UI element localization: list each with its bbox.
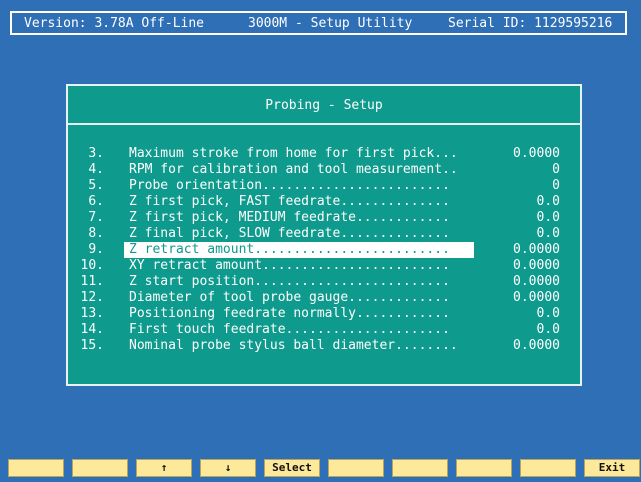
setting-row[interactable]: 13. Positioning feedrate normally........…	[68, 306, 580, 322]
setting-row[interactable]: 5. Probe orientation.....................…	[68, 178, 580, 194]
probing-setup-dialog: Probing - Setup 3. Maximum stroke from ho…	[66, 84, 582, 386]
setting-row[interactable]: 4. RPM for calibration and tool measureme…	[68, 162, 580, 178]
setting-value: 0	[552, 162, 560, 177]
f6-key[interactable]	[328, 459, 384, 477]
setting-number: 4.	[88, 162, 104, 177]
setting-number: 3.	[88, 146, 104, 161]
setting-label: Z final pick, SLOW feedrate.............…	[129, 226, 450, 241]
setting-row[interactable]: 7. Z first pick, MEDIUM feedrate.........…	[68, 210, 580, 226]
setting-number: 5.	[88, 178, 104, 193]
setting-row[interactable]: 6. Z first pick, FAST feedrate...........…	[68, 194, 580, 210]
setting-label: Diameter of tool probe gauge............…	[129, 290, 450, 305]
app-title: 3000M - Setup Utility	[248, 16, 413, 31]
up-arrow-key[interactable]: ↑	[136, 459, 192, 477]
setting-row[interactable]: 14. First touch feedrate.................…	[68, 322, 580, 338]
f2-key[interactable]	[72, 459, 128, 477]
setting-value: 0	[552, 178, 560, 193]
setting-value: 0.0000	[513, 338, 560, 353]
setting-value: 0.0	[536, 226, 560, 241]
setting-number: 15.	[80, 338, 104, 353]
setting-number: 9.	[88, 242, 104, 257]
setting-value: 0.0000	[513, 146, 560, 161]
setting-value: 0.0	[536, 194, 560, 209]
setting-label: RPM for calibration and tool measurement…	[129, 162, 458, 177]
setting-label: Z retract amount........................…	[124, 242, 474, 258]
down-arrow-key[interactable]: ↓	[200, 459, 256, 477]
function-key-bar: ↑ ↓ Select Exit	[8, 459, 640, 477]
exit-key[interactable]: Exit	[584, 459, 640, 477]
setting-value: 0.0	[536, 210, 560, 225]
title-bar: Version: 3.78A Off-Line 3000M - Setup Ut…	[10, 11, 627, 35]
setting-number: 7.	[88, 210, 104, 225]
f1-key[interactable]	[8, 459, 64, 477]
setting-row[interactable]: 11. Z start position.....................…	[68, 274, 580, 290]
setting-number: 12.	[80, 290, 104, 305]
setting-number: 11.	[80, 274, 104, 289]
setting-value: 0.0000	[513, 274, 560, 289]
setting-row[interactable]: 10. XY retract amount....................…	[68, 258, 580, 274]
setting-label: First touch feedrate....................…	[129, 322, 450, 337]
setting-value: 0.0000	[513, 290, 560, 305]
setting-row[interactable]: 3. Maximum stroke from home for first pic…	[68, 146, 580, 162]
f7-key[interactable]	[392, 459, 448, 477]
setting-number: 13.	[80, 306, 104, 321]
setting-value: 0.0000	[513, 242, 560, 257]
select-key[interactable]: Select	[264, 459, 320, 477]
title-divider	[68, 123, 580, 125]
setting-label: Nominal probe stylus ball diameter......…	[129, 338, 458, 353]
setting-list: 3. Maximum stroke from home for first pic…	[68, 146, 580, 354]
setting-row[interactable]: 8. Z final pick, SLOW feedrate...........…	[68, 226, 580, 242]
serial-id: Serial ID: 1129595216	[448, 16, 613, 31]
setting-label: XY retract amount.......................…	[129, 258, 450, 273]
f8-key[interactable]	[456, 459, 512, 477]
setting-value: 0.0	[536, 306, 560, 321]
setting-value: 0.0000	[513, 258, 560, 273]
setting-row[interactable]: 15. Nominal probe stylus ball diameter...…	[68, 338, 580, 354]
setting-number: 14.	[80, 322, 104, 337]
setting-label: Z first pick, FAST feedrate.............…	[129, 194, 450, 209]
setting-row[interactable]: 9. Z retract amount......................…	[68, 242, 580, 258]
setting-number: 10.	[80, 258, 104, 273]
setting-label: Positioning feedrate normally...........…	[129, 306, 450, 321]
setting-label: Z first pick, MEDIUM feedrate...........…	[129, 210, 450, 225]
setting-number: 6.	[88, 194, 104, 209]
setting-value: 0.0	[536, 322, 560, 337]
f9-key[interactable]	[520, 459, 576, 477]
setting-row[interactable]: 12. Diameter of tool probe gauge.........…	[68, 290, 580, 306]
setting-number: 8.	[88, 226, 104, 241]
setting-label: Z start position........................…	[129, 274, 450, 289]
setting-label: Probe orientation.......................…	[129, 178, 450, 193]
setting-label: Maximum stroke from home for first pick.…	[129, 146, 458, 161]
version-text: Version: 3.78A Off-Line	[24, 16, 205, 31]
dialog-title: Probing - Setup	[265, 98, 383, 113]
